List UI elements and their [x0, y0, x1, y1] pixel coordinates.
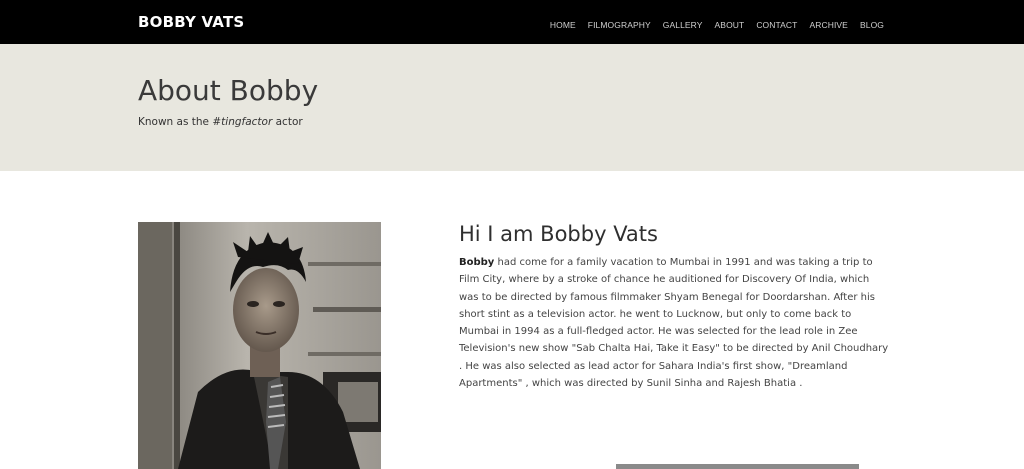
about-heading: Hi I am Bobby Vats — [459, 222, 658, 246]
nav-link-about[interactable]: ABOUT — [715, 20, 745, 30]
portrait-photo — [138, 222, 381, 469]
subtitle-prefix: Known as the — [138, 116, 213, 128]
subtitle-hashtag: #tingfactor — [212, 116, 273, 128]
page-hero: About Bobby Known as the #tingfactor act… — [0, 44, 1024, 171]
page-title: About Bobby — [138, 74, 319, 107]
nav-link-archive[interactable]: ARCHIVE — [809, 20, 848, 30]
about-name-bold: Bobby — [459, 257, 495, 268]
top-navbar: BOBBY VATS HOME FILMOGRAPHY GALLERY ABOU… — [0, 0, 1024, 44]
about-body-text: had come for a family vacation to Mumbai… — [459, 257, 889, 390]
nav-link-gallery[interactable]: GALLERY — [663, 20, 703, 30]
secondary-photo — [616, 464, 859, 469]
about-paragraph: Bobby had come for a family vacation to … — [459, 254, 891, 392]
nav-link-filmography[interactable]: FILMOGRAPHY — [588, 20, 651, 30]
subtitle-suffix: actor — [272, 116, 303, 128]
page-subtitle: Known as the #tingfactor actor — [138, 116, 303, 128]
nav-link-home[interactable]: HOME — [550, 20, 576, 30]
nav-link-contact[interactable]: CONTACT — [756, 20, 797, 30]
main-nav: HOME FILMOGRAPHY GALLERY ABOUT CONTACT A… — [550, 15, 884, 33]
about-section: Hi I am Bobby Vats Bobby had come for a … — [459, 222, 891, 392]
nav-link-blog[interactable]: BLOG — [860, 20, 884, 30]
brand-logo-link[interactable]: BOBBY VATS — [138, 13, 244, 31]
